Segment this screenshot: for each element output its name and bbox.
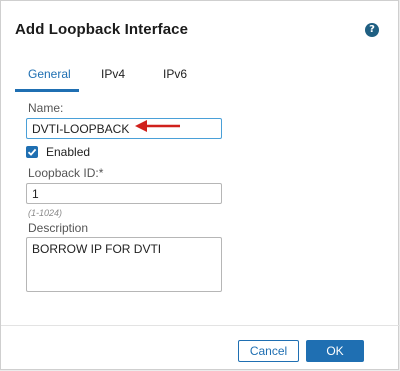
annotation-arrow-icon [135, 120, 180, 132]
ok-button[interactable]: OK [306, 340, 364, 362]
dialog-title: Add Loopback Interface [15, 21, 189, 38]
name-label: Name: [28, 101, 64, 115]
active-tab-indicator [15, 89, 79, 92]
cancel-button[interactable]: Cancel [238, 340, 299, 362]
tab-ipv4[interactable]: IPv4 [101, 65, 125, 91]
loopback-id-input[interactable] [26, 183, 222, 204]
tab-ipv6[interactable]: IPv6 [163, 65, 187, 91]
loopback-id-label: Loopback ID:* [28, 166, 104, 180]
tab-general[interactable]: General [28, 65, 71, 91]
footer-divider [1, 325, 400, 326]
description-label: Description [28, 221, 89, 235]
enabled-checkbox[interactable] [26, 146, 38, 158]
checkmark-icon [27, 148, 37, 156]
loopback-id-range-hint: (1-1024) [28, 208, 63, 218]
enabled-label: Enabled [46, 145, 91, 159]
description-textarea[interactable]: BORROW IP FOR DVTI [26, 237, 222, 292]
add-loopback-interface-dialog: Add Loopback Interface ? General IPv4 IP… [0, 0, 400, 370]
name-input[interactable] [26, 118, 222, 139]
help-icon[interactable]: ? [365, 23, 379, 37]
